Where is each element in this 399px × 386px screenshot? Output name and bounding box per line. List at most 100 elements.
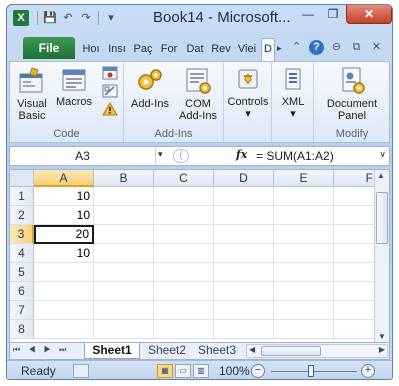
- help-icon[interactable]: ?: [309, 40, 324, 55]
- cell-d6[interactable]: [214, 282, 274, 301]
- cell-f5[interactable]: [334, 263, 376, 282]
- zoom-slider-thumb[interactable]: [308, 365, 314, 377]
- cell-e2[interactable]: [274, 206, 334, 225]
- zoom-in-button[interactable]: +: [361, 364, 375, 378]
- cell-e4[interactable]: [274, 244, 334, 263]
- row-header-7[interactable]: 7: [10, 301, 34, 320]
- column-header-a[interactable]: A: [34, 170, 94, 187]
- excel-app-icon[interactable]: X: [13, 10, 29, 26]
- xml-button[interactable]: XML ▾: [274, 66, 312, 120]
- cell-e3[interactable]: [274, 225, 334, 244]
- cell-a2[interactable]: 10: [34, 206, 94, 225]
- column-header-f[interactable]: F: [334, 170, 376, 187]
- page-break-view-icon[interactable]: ▥: [193, 364, 209, 378]
- com-add-ins-button[interactable]: COM Add-Ins: [176, 66, 220, 122]
- column-header-d[interactable]: D: [214, 170, 274, 187]
- cell-e5[interactable]: [274, 263, 334, 282]
- name-box[interactable]: A3: [10, 147, 156, 165]
- formula-cancel-icon[interactable]: (: [173, 149, 189, 163]
- macros-button[interactable]: Macros: [54, 66, 94, 108]
- tab-developer[interactable]: D: [261, 38, 275, 61]
- cell-c6[interactable]: [154, 282, 214, 301]
- cell-e6[interactable]: [274, 282, 334, 301]
- worksheet-grid[interactable]: A B C D E F 1 2 3 4 5 6 7 8 10 10 20 10 ▲ ▼: [9, 169, 390, 343]
- scroll-down-icon[interactable]: ▼: [378, 332, 386, 341]
- controls-button[interactable]: Controls ▾: [226, 66, 270, 120]
- row-header-8[interactable]: 8: [10, 320, 34, 339]
- row-header-1[interactable]: 1: [10, 187, 34, 206]
- cell-d7[interactable]: [214, 301, 274, 320]
- cell-f6[interactable]: [334, 282, 376, 301]
- formula-input[interactable]: = SUM(A1:A2): [256, 147, 334, 165]
- cell-f3[interactable]: [334, 225, 376, 244]
- scroll-right-icon[interactable]: ▶: [379, 345, 385, 354]
- zoom-level[interactable]: 100%: [219, 364, 250, 378]
- add-ins-button[interactable]: Add-Ins: [130, 66, 170, 110]
- sheet-tab-sheet1[interactable]: Sheet1: [84, 343, 140, 359]
- customize-qat-icon[interactable]: ▾: [103, 10, 119, 26]
- column-header-c[interactable]: C: [154, 170, 214, 187]
- cell-b2[interactable]: [94, 206, 154, 225]
- sheet-tab-sheet2[interactable]: Sheet2: [142, 343, 192, 359]
- cell-c5[interactable]: [154, 263, 214, 282]
- row-header-3[interactable]: 3: [10, 225, 34, 244]
- cell-d8[interactable]: [214, 320, 274, 339]
- cell-f2[interactable]: [334, 206, 376, 225]
- cell-d5[interactable]: [214, 263, 274, 282]
- tab-review[interactable]: Rev: [209, 40, 233, 59]
- redo-icon[interactable]: ↷: [78, 10, 94, 26]
- close-button[interactable]: ✕: [346, 5, 392, 24]
- cell-b3[interactable]: [94, 225, 154, 244]
- workbook-restore-icon[interactable]: ⧉: [349, 40, 364, 55]
- sheet-tab-sheet3[interactable]: Sheet3: [194, 343, 240, 359]
- tab-formulas[interactable]: For: [157, 40, 181, 59]
- horizontal-scroll-thumb[interactable]: [261, 346, 321, 356]
- cell-b1[interactable]: [94, 187, 154, 206]
- select-all-corner[interactable]: [10, 170, 34, 187]
- maximize-button[interactable]: ❐: [320, 5, 346, 24]
- vertical-scrollbar[interactable]: ▲ ▼: [374, 170, 389, 342]
- visual-basic-button[interactable]: Visual Basic: [14, 66, 50, 122]
- column-header-b[interactable]: B: [94, 170, 154, 187]
- zoom-slider-track[interactable]: [271, 371, 357, 372]
- relative-references-icon[interactable]: [102, 84, 118, 98]
- sheet-nav-icons[interactable]: ⏮ ◀ ▶ ⏭: [13, 345, 69, 355]
- cell-f4[interactable]: [334, 244, 376, 263]
- macro-security-icon[interactable]: [102, 102, 118, 116]
- cell-e8[interactable]: [274, 320, 334, 339]
- zoom-out-button[interactable]: −: [251, 364, 265, 378]
- normal-view-icon[interactable]: ▦: [157, 364, 173, 378]
- cell-d2[interactable]: [214, 206, 274, 225]
- cell-c1[interactable]: [154, 187, 214, 206]
- minimize-ribbon-icon[interactable]: ⌃: [289, 40, 304, 55]
- cell-d3[interactable]: [214, 225, 274, 244]
- cell-a7[interactable]: [34, 301, 94, 320]
- column-header-e[interactable]: E: [274, 170, 334, 187]
- cell-c8[interactable]: [154, 320, 214, 339]
- vertical-scroll-thumb[interactable]: [376, 192, 388, 244]
- page-layout-view-icon[interactable]: ▭: [175, 364, 191, 378]
- cell-a6[interactable]: [34, 282, 94, 301]
- cell-e1[interactable]: [274, 187, 334, 206]
- cell-a4[interactable]: 10: [34, 244, 94, 263]
- undo-icon[interactable]: ↶: [60, 10, 76, 26]
- cell-e7[interactable]: [274, 301, 334, 320]
- cell-c3[interactable]: [154, 225, 214, 244]
- cell-b8[interactable]: [94, 320, 154, 339]
- scroll-left-icon[interactable]: ◀: [249, 345, 255, 354]
- horizontal-scrollbar[interactable]: ◀ ▶: [246, 344, 388, 358]
- row-header-6[interactable]: 6: [10, 282, 34, 301]
- insert-function-icon[interactable]: fx: [236, 148, 247, 161]
- tab-data[interactable]: Dat: [183, 40, 207, 59]
- cell-b7[interactable]: [94, 301, 154, 320]
- cell-a1[interactable]: 10: [34, 187, 94, 206]
- cell-f7[interactable]: [334, 301, 376, 320]
- cell-d4[interactable]: [214, 244, 274, 263]
- record-macro-icon[interactable]: [102, 66, 118, 80]
- cell-b4[interactable]: [94, 244, 154, 263]
- cell-a5[interactable]: [34, 263, 94, 282]
- cell-a8[interactable]: [34, 320, 94, 339]
- expand-formula-bar-icon[interactable]: ∨: [379, 149, 386, 160]
- cell-b5[interactable]: [94, 263, 154, 282]
- workbook-minimize-icon[interactable]: ⊖: [329, 40, 344, 55]
